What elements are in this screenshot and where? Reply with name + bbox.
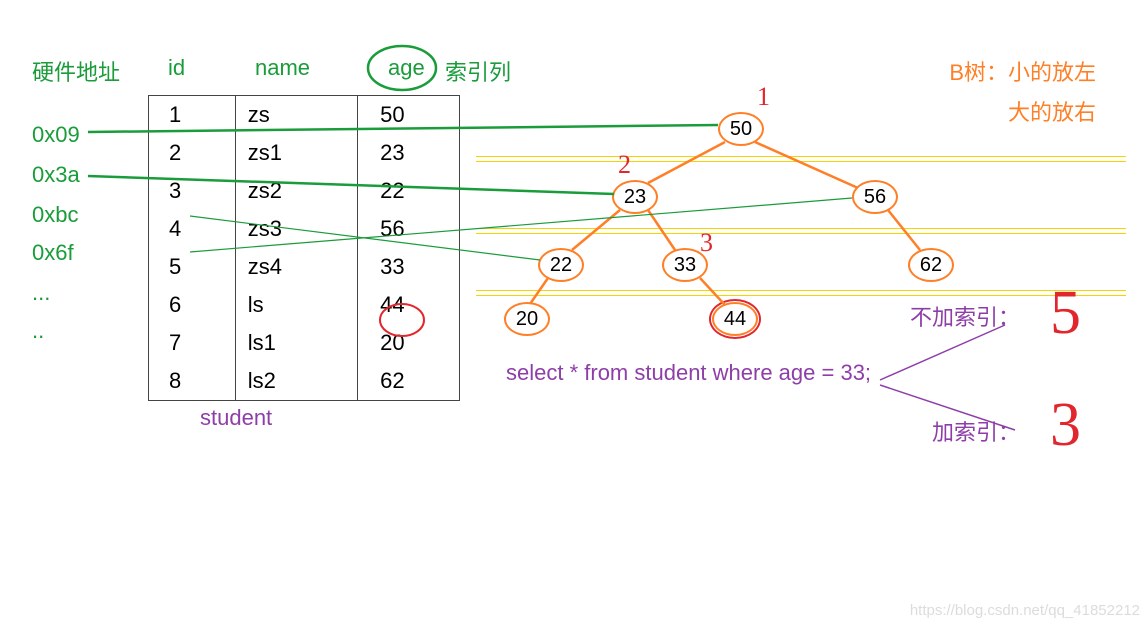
hand-2: 2: [618, 150, 631, 180]
watermark: https://blog.csdn.net/qq_41852212: [910, 602, 1140, 619]
count-with-index: 3: [1050, 390, 1081, 461]
hand-3: 3: [700, 228, 713, 258]
header-id: id: [168, 55, 185, 81]
hand-1: 1: [757, 82, 770, 112]
table-row: 2 zs1 23: [149, 134, 459, 172]
table-name-label: student: [200, 405, 272, 431]
student-table: 1 zs 50 2 zs1 23 3 zs2 22 4 zs3 56 5 zs4…: [148, 95, 460, 401]
table-row: 4 zs3 56: [149, 210, 459, 248]
table-row: 5 zs4 33: [149, 248, 459, 286]
label-with-index: 加索引：: [932, 415, 1020, 447]
node-22: 22: [538, 248, 584, 282]
node-20: 20: [504, 302, 550, 336]
table-row: 7 ls1 20: [149, 324, 459, 362]
age-44-cell: 44: [358, 292, 459, 318]
addr-0: 0x09: [32, 122, 80, 148]
header-age: age: [388, 55, 425, 81]
node-23: 23: [612, 180, 658, 214]
addr-1: 0x3a: [32, 162, 80, 188]
table-row: 3 zs2 22: [149, 172, 459, 210]
addr-4: ...: [32, 280, 50, 306]
label-index-col: 索引列: [445, 55, 511, 87]
addr-5: ..: [32, 318, 44, 344]
node-50: 50: [718, 112, 764, 146]
node-44: 44: [712, 302, 758, 336]
header-name: name: [255, 55, 310, 81]
node-62: 62: [908, 248, 954, 282]
sql-text: select * from student where age = 33;: [506, 360, 871, 386]
label-hw-addr: 硬件地址: [32, 55, 120, 87]
btree-sub: 大的放右: [1008, 95, 1096, 127]
table-row: 6 ls 44: [149, 286, 459, 324]
node-56: 56: [852, 180, 898, 214]
table-row: 8 ls2 62: [149, 362, 459, 400]
table-row: 1 zs 50: [149, 96, 459, 134]
addr-2: 0xbc: [32, 202, 78, 228]
count-no-index: 5: [1050, 278, 1081, 349]
btree-title: B树：小的放左: [949, 55, 1096, 87]
addr-3: 0x6f: [32, 240, 74, 266]
label-no-index: 不加索引：: [910, 300, 1020, 332]
